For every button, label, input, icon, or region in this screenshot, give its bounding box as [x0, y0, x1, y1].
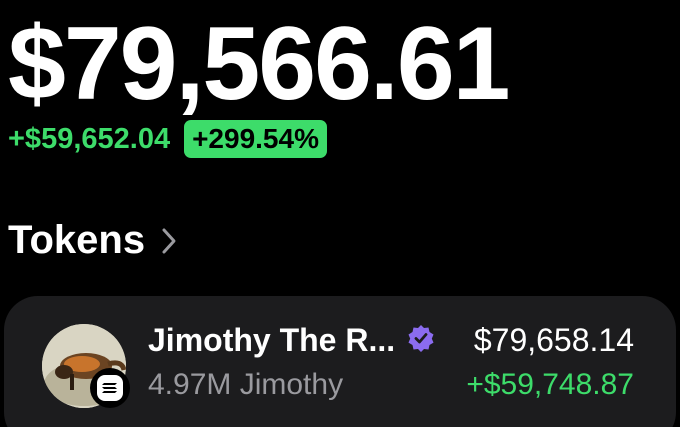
tokens-section-title: Tokens: [8, 218, 146, 262]
portfolio-change-amount: +$59,652.04: [8, 122, 171, 155]
token-amount: 4.97M Jimothy: [148, 368, 344, 401]
token-name-row: Jimothy The R...: [148, 322, 435, 359]
token-change: +$59,748.87: [466, 368, 634, 401]
token-row[interactable]: Jimothy The R... 4.97M Jimothy $79,658.1…: [4, 296, 676, 427]
solana-icon: [90, 368, 130, 408]
token-value: $79,658.14: [473, 322, 634, 358]
wallet-screen: $79,566.61 +$59,652.04 +299.54% Tokens J…: [0, 0, 680, 427]
portfolio-change-percent-badge: +299.54%: [184, 120, 327, 158]
portfolio-change-row: +$59,652.04 +299.54%: [8, 120, 327, 158]
verified-badge-icon: [407, 324, 435, 357]
token-name: Jimothy The R...: [148, 322, 396, 358]
tokens-section-header[interactable]: Tokens: [8, 218, 177, 263]
portfolio-balance: $79,566.61: [8, 6, 511, 122]
chevron-right-icon: [161, 227, 177, 255]
